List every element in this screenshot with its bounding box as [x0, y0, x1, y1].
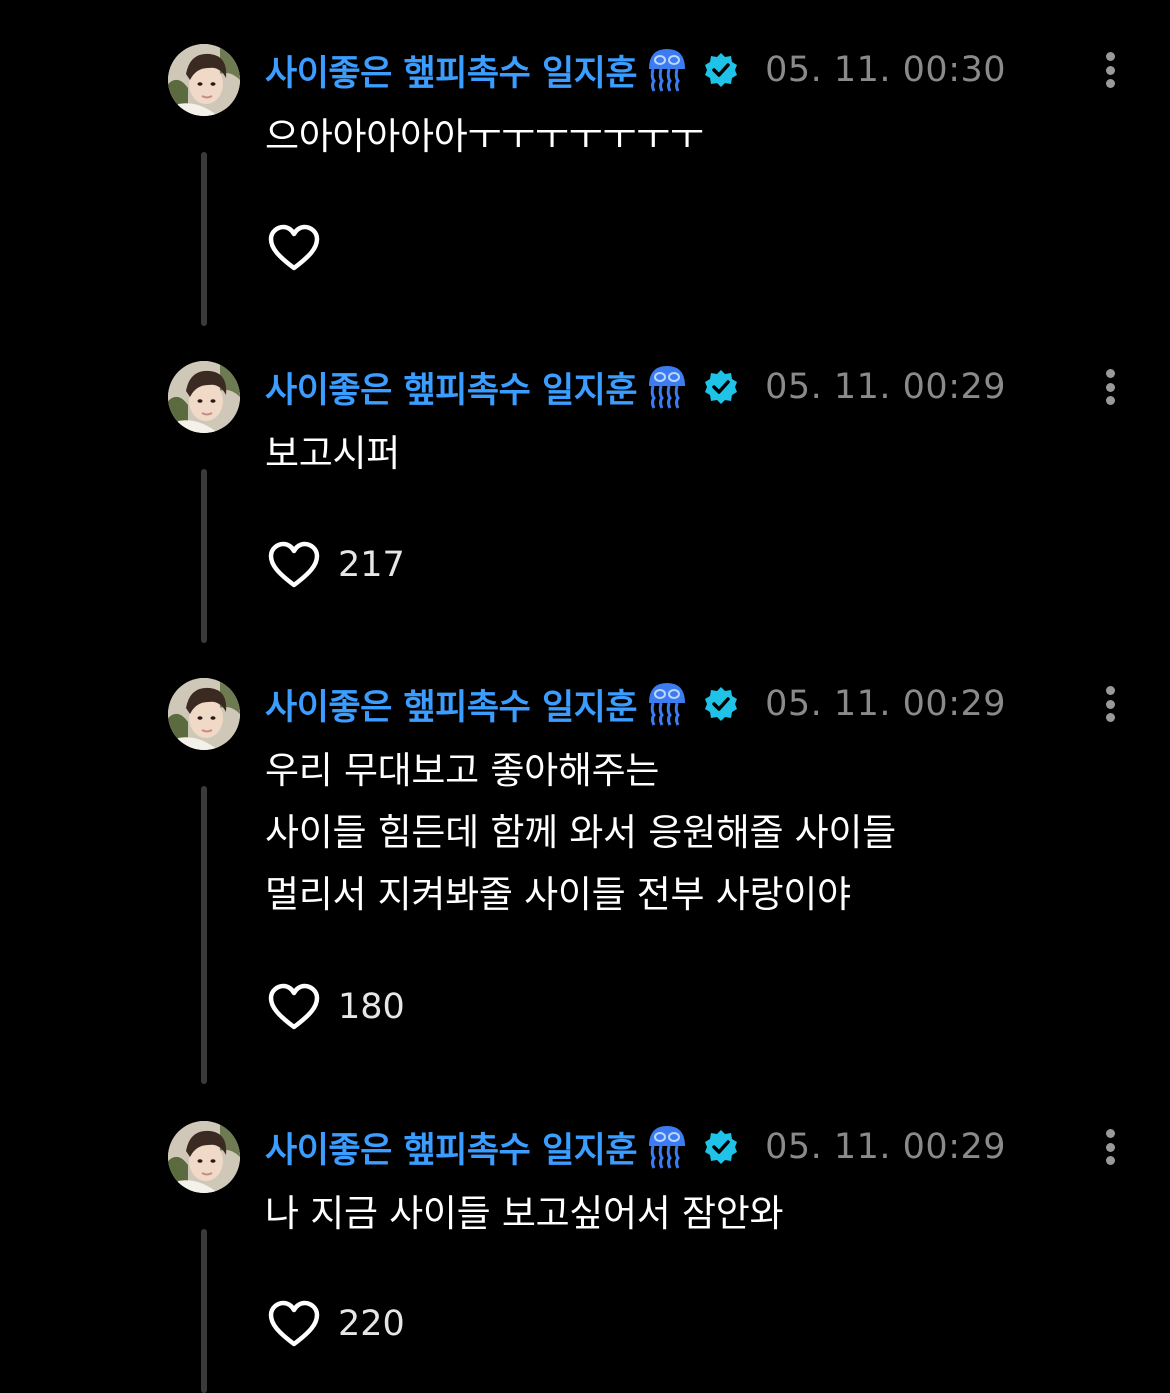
- post-text: 보고시퍼: [265, 432, 400, 475]
- dot-icon: [1105, 713, 1115, 722]
- post-header: 사이좋은 햎피촉수 일지훈 05. 11. 00:29: [265, 681, 1007, 728]
- like-row: 220: [268, 1298, 405, 1350]
- verified-badge-icon: [703, 52, 739, 88]
- verified-badge-icon: [703, 1129, 739, 1165]
- dot-icon: [1105, 79, 1115, 88]
- comment-thread: 사이좋은 햎피촉수 일지훈 05. 11. 00:30 으아아아아아ㅜㅜㅜㅜㅜㅜ…: [0, 0, 1170, 1393]
- dot-icon: [1105, 382, 1115, 392]
- avatar-image: [168, 678, 240, 750]
- thread-line: [201, 1229, 207, 1393]
- avatar[interactable]: [168, 44, 240, 116]
- dot-icon: [1105, 369, 1115, 378]
- post-text: 으아아아아아ㅜㅜㅜㅜㅜㅜㅜ: [265, 115, 704, 158]
- like-row: [268, 222, 338, 274]
- avatar-image: [168, 44, 240, 116]
- thread-line: [201, 152, 207, 326]
- post-header: 사이좋은 햎피촉수 일지훈 05. 11. 00:30: [265, 47, 1007, 94]
- timestamp: 05. 11. 00:29: [765, 1127, 1007, 1167]
- timestamp: 05. 11. 00:29: [765, 367, 1007, 407]
- dot-icon: [1105, 396, 1115, 405]
- thread-line: [201, 469, 207, 643]
- thread-line: [201, 786, 207, 1084]
- post-header: 사이좋은 햎피촉수 일지훈 05. 11. 00:29: [265, 364, 1007, 411]
- like-count: 220: [338, 1304, 405, 1344]
- jellyfish-icon: [645, 47, 689, 93]
- post-text: 우리 무대보고 좋아해주는 사이들 힘든데 함께 와서 응원해줄 사이들 멀리서…: [265, 749, 896, 916]
- post-text: 나 지금 사이들 보고싶어서 잠안와: [265, 1192, 784, 1235]
- jellyfish-icon: [645, 1124, 689, 1170]
- heart-icon[interactable]: [268, 1300, 320, 1348]
- dot-icon: [1105, 699, 1115, 709]
- like-row: 217: [268, 539, 405, 591]
- username[interactable]: 사이좋은 햎피촉수 일지훈: [265, 1122, 638, 1173]
- verified-badge-icon: [703, 369, 739, 405]
- verified-badge-icon: [703, 686, 739, 722]
- avatar-image: [168, 1121, 240, 1193]
- more-options-button[interactable]: [1096, 365, 1124, 409]
- dot-icon: [1105, 1129, 1115, 1138]
- more-options-button[interactable]: [1096, 682, 1124, 726]
- more-options-button[interactable]: [1096, 48, 1124, 92]
- avatar[interactable]: [168, 678, 240, 750]
- heart-icon[interactable]: [268, 983, 320, 1031]
- username[interactable]: 사이좋은 햎피촉수 일지훈: [265, 679, 638, 730]
- like-count: 217: [338, 545, 405, 585]
- dot-icon: [1105, 65, 1115, 75]
- timestamp: 05. 11. 00:30: [765, 50, 1007, 90]
- dot-icon: [1105, 1142, 1115, 1152]
- avatar[interactable]: [168, 361, 240, 433]
- dot-icon: [1105, 1156, 1115, 1165]
- avatar[interactable]: [168, 1121, 240, 1193]
- jellyfish-icon: [645, 681, 689, 727]
- like-row: 180: [268, 981, 405, 1033]
- post-header: 사이좋은 햎피촉수 일지훈 05. 11. 00:29: [265, 1124, 1007, 1171]
- like-count: 180: [338, 987, 405, 1027]
- dot-icon: [1105, 52, 1115, 61]
- dot-icon: [1105, 686, 1115, 695]
- heart-icon[interactable]: [268, 224, 320, 272]
- jellyfish-icon: [645, 364, 689, 410]
- heart-icon[interactable]: [268, 541, 320, 589]
- timestamp: 05. 11. 00:29: [765, 684, 1007, 724]
- username[interactable]: 사이좋은 햎피촉수 일지훈: [265, 45, 638, 96]
- username[interactable]: 사이좋은 햎피촉수 일지훈: [265, 362, 638, 413]
- more-options-button[interactable]: [1096, 1125, 1124, 1169]
- avatar-image: [168, 361, 240, 433]
